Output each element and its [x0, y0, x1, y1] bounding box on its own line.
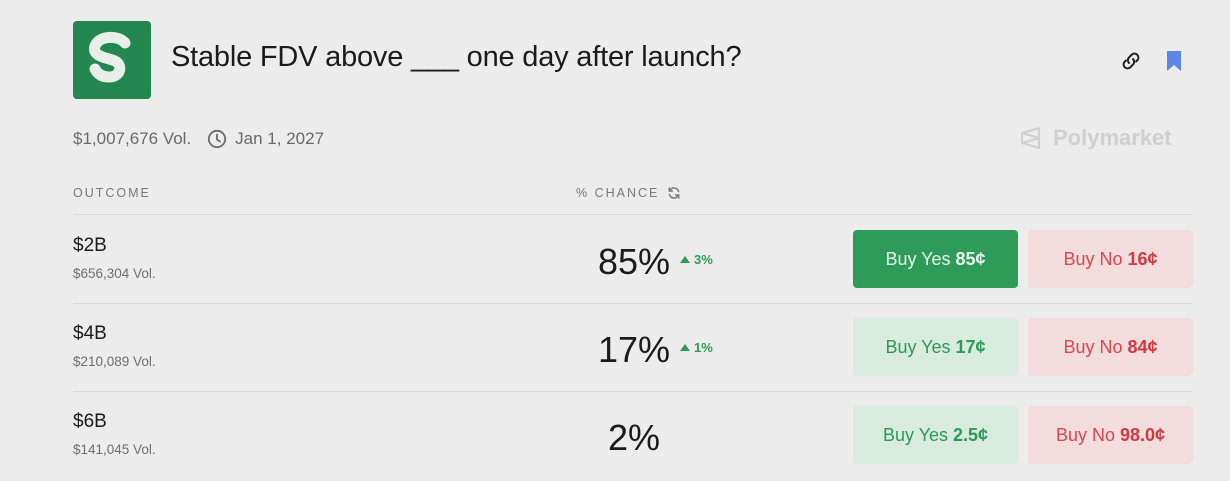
bookmark-icon[interactable]	[1162, 49, 1186, 73]
refresh-icon[interactable]	[667, 186, 681, 200]
buy-no-price: 84¢	[1127, 336, 1158, 357]
buy-yes-label: Buy Yes	[885, 248, 951, 269]
outcome-name: $6B	[73, 411, 107, 432]
buy-no-label: Buy No	[1063, 248, 1123, 269]
buy-yes-price: 2.5¢	[953, 424, 989, 445]
outcome-volume: $656,304 Vol.	[73, 266, 156, 281]
outcome-name: $4B	[73, 323, 107, 344]
buy-no-button[interactable]: Buy No 84¢	[1028, 318, 1193, 376]
outcome-volume: $210,089 Vol.	[73, 354, 156, 369]
buy-yes-button[interactable]: Buy Yes 17¢	[853, 318, 1018, 376]
buy-no-label: Buy No	[1063, 336, 1123, 357]
buy-yes-button[interactable]: Buy Yes 2.5¢	[853, 406, 1018, 464]
up-arrow-icon	[680, 256, 690, 263]
header-divider	[73, 214, 1192, 215]
chance-delta: 3%	[680, 252, 713, 267]
outcome-row: $2B $656,304 Vol. 85% 3% Buy Yes 85¢ Buy …	[0, 216, 1230, 304]
chance-delta: 1%	[680, 340, 713, 355]
buy-yes-price: 17¢	[955, 336, 986, 357]
delta-value: 3%	[694, 252, 713, 267]
buy-yes-label: Buy Yes	[882, 424, 948, 445]
clock-icon	[207, 129, 227, 149]
market-meta: $1,007,676 Vol. Jan 1, 2027	[73, 127, 324, 151]
outcome-column-header: OUTCOME	[73, 186, 151, 200]
link-icon[interactable]	[1119, 49, 1143, 73]
market-logo	[73, 21, 151, 99]
buy-no-label: Buy No	[1055, 424, 1115, 445]
buy-yes-price: 85¢	[955, 248, 986, 269]
polymarket-logo-icon	[1021, 127, 1040, 149]
total-volume: $1,007,676 Vol.	[73, 129, 192, 148]
chance-header-label: % CHANCE	[576, 186, 660, 200]
chance-column-header: % CHANCE	[576, 186, 681, 200]
buy-no-button[interactable]: Buy No 16¢	[1028, 230, 1193, 288]
buy-yes-button[interactable]: Buy Yes 85¢	[853, 230, 1018, 288]
buy-no-price: 98.0¢	[1119, 424, 1166, 445]
outcome-volume: $141,045 Vol.	[73, 442, 156, 457]
page-title: Stable FDV above ___ one day after launc…	[171, 41, 742, 73]
end-date: Jan 1, 2027	[235, 129, 325, 148]
polymarket-brand[interactable]: Polymarket	[1018, 124, 1172, 152]
outcome-chance: 2%	[608, 417, 661, 458]
buy-yes-label: Buy Yes	[885, 336, 951, 357]
outcome-name: $2B	[73, 235, 107, 256]
up-arrow-icon	[680, 344, 690, 351]
outcome-row: $6B $141,045 Vol. 2% Buy Yes 2.5¢ Buy No 9…	[0, 392, 1230, 480]
buy-no-price: 16¢	[1127, 248, 1158, 269]
outcome-row: $4B $210,089 Vol. 17% 1% Buy Yes 17¢ Buy …	[0, 304, 1230, 392]
stable-logo-icon	[89, 31, 131, 83]
brand-label: Polymarket	[1053, 125, 1172, 150]
delta-value: 1%	[694, 340, 713, 355]
buy-no-button[interactable]: Buy No 98.0¢	[1028, 406, 1193, 464]
